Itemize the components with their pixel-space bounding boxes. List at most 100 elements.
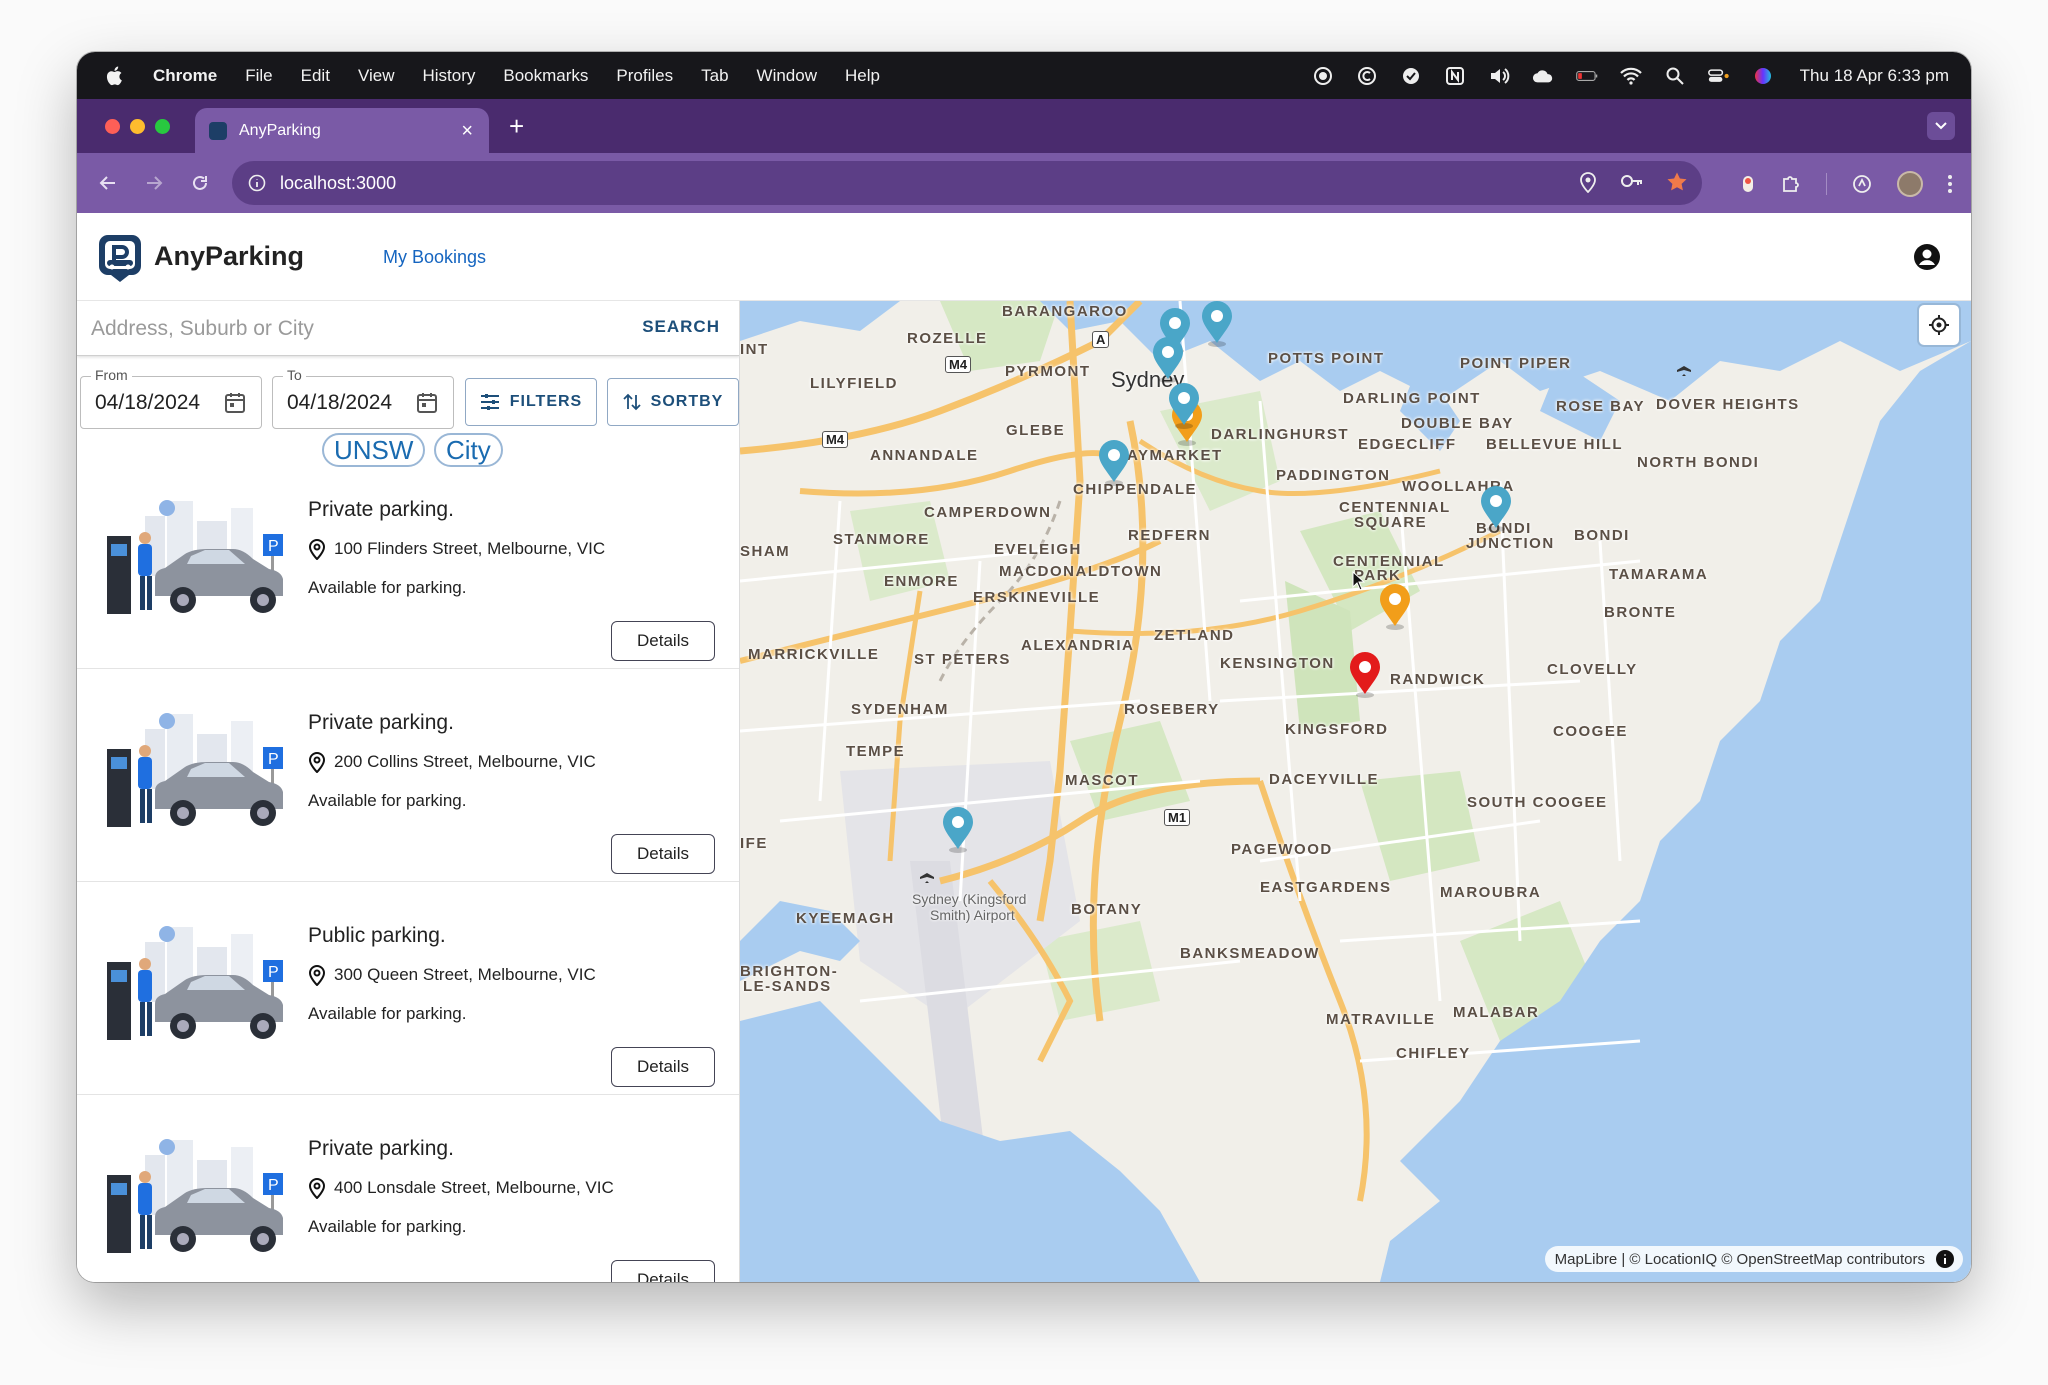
menu-profiles[interactable]: Profiles: [616, 66, 673, 86]
listing-card[interactable]: P Private parking. 100 Flinders Street, …: [77, 456, 739, 669]
map-label-clovelly: CLOVELLY: [1547, 661, 1638, 678]
sortby-label: SORTBY: [650, 393, 724, 410]
site-info-icon[interactable]: [248, 174, 266, 192]
details-button[interactable]: Details: [611, 1260, 715, 1282]
parking-pin-blue[interactable]: [1199, 301, 1235, 347]
listing-address-text: 300 Queen Street, Melbourne, VIC: [334, 965, 596, 984]
details-button[interactable]: Details: [611, 1047, 715, 1087]
sortby-button[interactable]: SORTBY: [607, 378, 739, 426]
map-label-bondi: BONDI: [1574, 527, 1630, 544]
parking-pin-blue[interactable]: [1150, 335, 1186, 383]
listing-status: Available for parking.: [308, 1217, 467, 1236]
map-label-chippendale: CHIPPENDALE: [1073, 481, 1198, 498]
address-bar[interactable]: localhost:3000: [232, 161, 1702, 205]
details-button[interactable]: Details: [611, 834, 715, 874]
cloud-icon[interactable]: [1532, 65, 1554, 87]
from-date-value[interactable]: 04/18/2024: [95, 391, 205, 415]
extension-flag-icon[interactable]: [1740, 173, 1756, 195]
parking-pin-orange[interactable]: [1377, 582, 1413, 630]
spotlight-search-icon[interactable]: [1664, 65, 1686, 87]
battery-icon[interactable]: [1575, 65, 1598, 87]
map-label-camperdown: CAMPERDOWN: [924, 504, 1052, 521]
road-shield-m4-west: M4: [822, 431, 849, 448]
reload-icon[interactable]: [189, 172, 211, 194]
extensions-puzzle-icon[interactable]: [1780, 173, 1802, 195]
new-tab-button[interactable]: +: [509, 111, 524, 142]
control-center-icon[interactable]: [1707, 65, 1730, 87]
forward-arrow-icon[interactable]: [143, 172, 165, 194]
info-icon[interactable]: [1935, 1249, 1955, 1269]
menu-edit[interactable]: Edit: [301, 66, 330, 86]
map-label-pagewood: PAGEWOOD: [1231, 841, 1333, 858]
to-date-value[interactable]: 04/18/2024: [287, 391, 397, 415]
calendar-icon[interactable]: [223, 391, 247, 415]
bookmark-star-icon[interactable]: [1666, 171, 1688, 193]
vpn-icon[interactable]: [1400, 65, 1422, 87]
notion-icon[interactable]: [1444, 65, 1466, 87]
listing-card[interactable]: P Private parking. 400 Lonsdale Street, …: [77, 1095, 739, 1282]
filters-button[interactable]: FILTERS: [465, 378, 597, 426]
menu-history[interactable]: History: [422, 66, 475, 86]
menu-bookmarks[interactable]: Bookmarks: [503, 66, 588, 86]
geolocate-button[interactable]: [1919, 305, 1959, 345]
brand-name[interactable]: AnyParking: [154, 241, 304, 272]
menu-app-name[interactable]: Chrome: [153, 66, 217, 86]
menu-tab[interactable]: Tab: [701, 66, 728, 86]
desktop-background: Chrome File Edit View History Bookmarks …: [0, 0, 2048, 1385]
apple-icon[interactable]: [103, 64, 127, 88]
location-pin-icon: [308, 965, 326, 986]
sync-icon[interactable]: [1851, 173, 1873, 195]
mouse-cursor-icon: [1352, 571, 1366, 591]
wifi-icon[interactable]: [1619, 65, 1642, 87]
siri-icon[interactable]: [1752, 65, 1774, 87]
parking-pin-blue[interactable]: [1166, 381, 1202, 429]
menubar-clock[interactable]: Thu 18 Apr 6:33 pm: [1800, 66, 1949, 86]
my-bookings-link[interactable]: My Bookings: [383, 247, 486, 268]
menu-view[interactable]: View: [358, 66, 395, 86]
menu-window[interactable]: Window: [757, 66, 817, 86]
map-label-kyeemagh: KYEEMAGH: [796, 910, 895, 927]
back-arrow-icon[interactable]: [97, 172, 119, 194]
search-button[interactable]: SEARCH: [642, 317, 720, 337]
map-label-enmore: ENMORE: [884, 573, 959, 590]
parking-pin-red[interactable]: [1347, 650, 1383, 698]
close-window-button[interactable]: [105, 119, 120, 134]
listing-address: 300 Queen Street, Melbourne, VIC: [308, 964, 596, 986]
map-label-matraville: MATRAVILLE: [1326, 1011, 1436, 1028]
parking-pin-blue[interactable]: [1096, 438, 1132, 486]
map-label-darling-point: DARLING POINT: [1343, 390, 1481, 407]
tab-anyparking[interactable]: AnyParking ×: [195, 108, 489, 153]
search-bar: SEARCH: [77, 301, 739, 356]
attribution-text[interactable]: MapLibre | © LocationIQ © OpenStreetMap …: [1555, 1251, 1925, 1268]
listing-card[interactable]: P Public parking. 300 Queen Street, Melb…: [77, 882, 739, 1095]
map-canvas[interactable]: BARANGAROO ROZELLE INT PYRMONT LILYFIELD…: [740, 301, 1971, 1282]
record-icon[interactable]: [1312, 65, 1334, 87]
details-button[interactable]: Details: [611, 621, 715, 661]
tab-search-chevron-icon[interactable]: [1927, 112, 1955, 140]
anyparking-logo-icon[interactable]: [97, 233, 143, 283]
account-circle-icon[interactable]: [1913, 243, 1941, 271]
app-header: AnyParking My Bookings: [77, 213, 1971, 301]
listing-status: Available for parking.: [308, 578, 467, 597]
listing-card[interactable]: P Private parking. 200 Collins Street, M…: [77, 669, 739, 882]
address-search-input[interactable]: [91, 311, 631, 347]
key-icon[interactable]: [1620, 171, 1644, 191]
location-pin-icon[interactable]: [1578, 171, 1598, 193]
sort-arrows-icon: [623, 393, 641, 411]
to-date-field[interactable]: To 04/18/2024: [272, 367, 454, 429]
parking-pin-blue[interactable]: [1478, 484, 1514, 532]
tab-close-icon[interactable]: ×: [461, 120, 473, 143]
kebab-menu-icon[interactable]: [1947, 173, 1953, 195]
map-label-centennial-square-2: SQUARE: [1354, 514, 1428, 531]
calendar-icon[interactable]: [415, 391, 439, 415]
profile-avatar[interactable]: [1897, 171, 1923, 197]
c-app-icon[interactable]: [1356, 65, 1378, 87]
volume-icon[interactable]: [1488, 65, 1510, 87]
parking-pin-blue[interactable]: [940, 805, 976, 853]
menu-file[interactable]: File: [245, 66, 272, 86]
minimize-window-button[interactable]: [130, 119, 145, 134]
zoom-window-button[interactable]: [155, 119, 170, 134]
menu-help[interactable]: Help: [845, 66, 880, 86]
url-text[interactable]: localhost:3000: [280, 173, 396, 194]
from-date-field[interactable]: From 04/18/2024: [80, 367, 262, 429]
